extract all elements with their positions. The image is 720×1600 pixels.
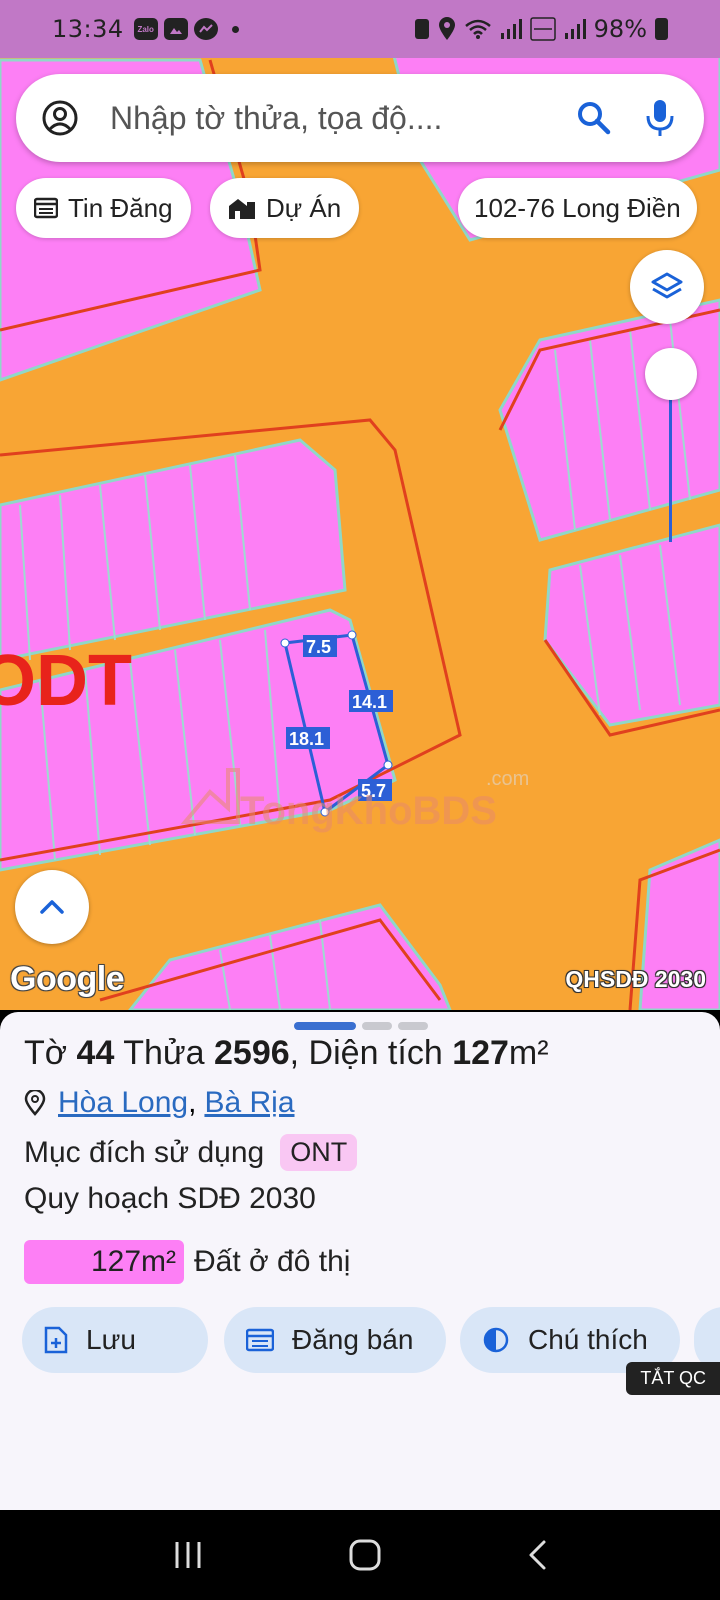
- hide-ads-badge[interactable]: TẮT QC: [626, 1362, 720, 1395]
- svg-text:TongKhoBDS: TongKhoBDS: [240, 789, 497, 833]
- wifi-icon: [464, 19, 491, 39]
- microphone-icon[interactable]: [640, 98, 680, 138]
- projects-chip-label: Dự Án: [266, 192, 342, 223]
- edge-label-left: 18.1: [289, 729, 324, 749]
- parcel-title: Tờ 44 Thửa 2596, Diện tích 127m²: [24, 1034, 549, 1072]
- gallery-icon: [163, 18, 188, 40]
- listings-chip[interactable]: Tin Đăng: [16, 178, 191, 238]
- sim-icon: [414, 19, 429, 39]
- google-attribution: Google: [10, 960, 125, 998]
- search-bar[interactable]: [16, 74, 704, 162]
- add-file-icon: [44, 1326, 68, 1354]
- plan-title: Quy hoạch SDĐ 2030: [24, 1182, 316, 1215]
- ward-link[interactable]: Hòa Long: [58, 1086, 188, 1120]
- projects-chip[interactable]: Dự Án: [210, 178, 360, 238]
- save-button[interactable]: Lưu: [22, 1307, 208, 1373]
- edge-label-right: 14.1: [352, 692, 387, 712]
- layers-button[interactable]: [630, 250, 704, 324]
- chevron-up-icon: [40, 900, 64, 914]
- calendar-list-icon: [246, 1328, 274, 1352]
- post-sale-button[interactable]: Đăng bán: [224, 1307, 446, 1373]
- more-notifications-dot: [231, 25, 239, 33]
- status-time: 13:34: [52, 15, 124, 43]
- battery-percent: 98%: [593, 15, 647, 43]
- status-bar: 13:34 Zalo 98%: [0, 0, 720, 58]
- search-icon[interactable]: [574, 98, 614, 138]
- system-nav-bar: [0, 1510, 720, 1600]
- sheet-number: 44: [76, 1034, 115, 1072]
- location-pin-icon: [24, 1090, 46, 1116]
- purpose-row: Mục đích sử dụng ONT: [24, 1134, 358, 1171]
- signal-icon-2: [564, 19, 586, 39]
- purpose-code-badge: ONT: [280, 1134, 358, 1171]
- plan-area-row: 127m² Đất ở đô thị: [24, 1240, 350, 1284]
- edge-label-top: 7.5: [306, 637, 331, 657]
- zone-label: ODT: [0, 641, 132, 721]
- listings-chip-label: Tin Đăng: [68, 192, 173, 223]
- plan-land-type: Đất ở đô thị: [194, 1245, 351, 1278]
- volte-lte2-icon: [529, 17, 556, 41]
- battery-icon: [655, 18, 668, 40]
- contrast-icon: [483, 1327, 509, 1353]
- signal-icon: [500, 19, 522, 39]
- sheet-page-indicator[interactable]: [294, 1022, 428, 1030]
- map-view[interactable]: ODT 7.5 14.1 18.1 5.7 TongKhoBDS .com Nh…: [0, 0, 720, 1010]
- back-icon[interactable]: [526, 1539, 548, 1571]
- plan-layer-label: QHSDĐ 2030: [565, 966, 706, 992]
- location-row: Hòa Long, Bà Rịa: [24, 1086, 295, 1120]
- purpose-label: Mục đích sử dụng: [24, 1135, 265, 1169]
- zoom-slider-handle[interactable]: [645, 348, 697, 400]
- buildings-icon: [229, 199, 255, 219]
- location-pin-icon: [438, 17, 455, 40]
- calendar-list-icon: [34, 197, 58, 219]
- zalo-icon: Zalo: [133, 18, 158, 40]
- city-link[interactable]: Bà Rịa: [204, 1086, 294, 1120]
- parcel-info-sheet[interactable]: Tờ 44 Thửa 2596, Diện tích 127m² Hòa Lon…: [0, 1012, 720, 1510]
- parcel-number: 2596: [214, 1034, 290, 1072]
- account-icon[interactable]: [40, 98, 80, 138]
- location-chip[interactable]: 102-76 Long Điền: [458, 178, 697, 238]
- location-chip-label: 102-76 Long Điền: [474, 192, 681, 223]
- search-input[interactable]: [110, 99, 574, 137]
- plan-area-swatch: 127m²: [24, 1240, 184, 1284]
- svg-text:.com: .com: [486, 768, 529, 790]
- expand-up-button[interactable]: [15, 870, 89, 944]
- home-icon[interactable]: [348, 1538, 382, 1572]
- recent-apps-icon[interactable]: [172, 1540, 204, 1570]
- messenger-icon: [193, 18, 218, 40]
- parcel-area: 127: [452, 1034, 509, 1072]
- layers-icon: [651, 272, 683, 299]
